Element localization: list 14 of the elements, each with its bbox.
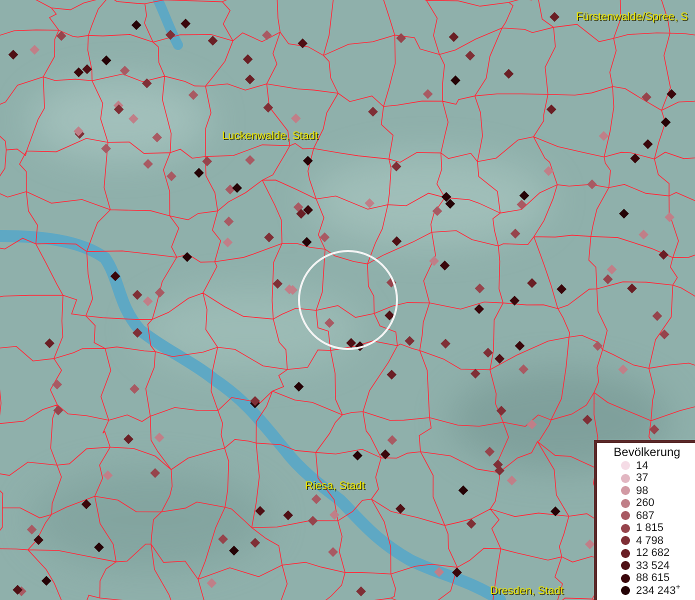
legend-label: 260 xyxy=(636,497,654,510)
legend-label: 687 xyxy=(636,510,654,522)
place-label: Luckenwalde, Stadt xyxy=(222,130,318,143)
legend-label: 12 682 xyxy=(636,547,670,560)
legend-label: 1 815 xyxy=(636,522,664,534)
legend-label: 88 615 xyxy=(636,572,670,584)
legend-label: 234 243$^{+}$ xyxy=(636,584,680,597)
legend-label: 14 xyxy=(636,460,648,472)
legend-label: 37 xyxy=(636,472,648,484)
legend-title: Bevölkerung xyxy=(612,444,682,460)
legend-label: 33 524 xyxy=(636,560,670,572)
legend-label: 98 xyxy=(636,484,648,497)
selection-circle[interactable] xyxy=(298,250,398,350)
legend-label: 4 798 xyxy=(636,534,664,547)
